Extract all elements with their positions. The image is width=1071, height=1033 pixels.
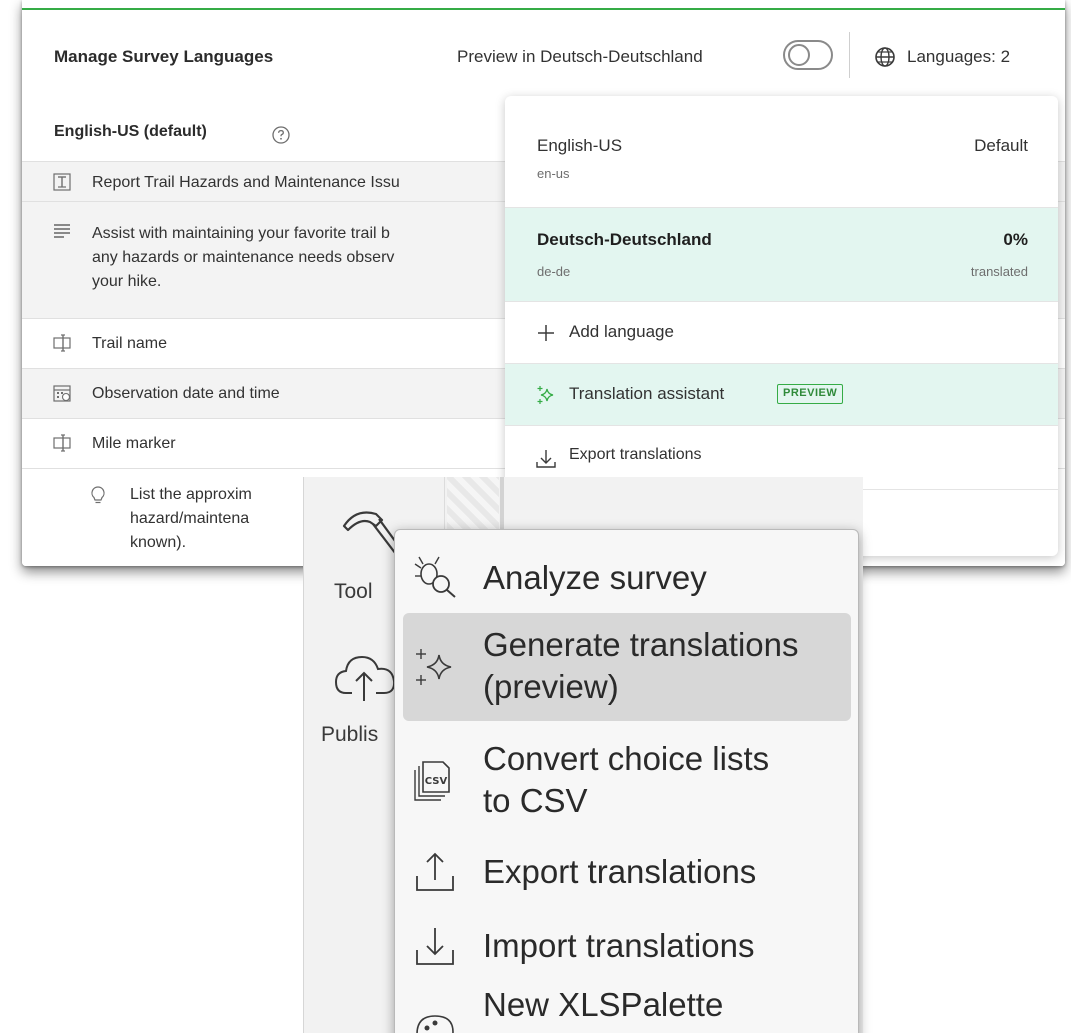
publish-button-label[interactable]: Publis — [321, 723, 378, 747]
sparkle-icon — [416, 649, 452, 685]
hint-line-3: known). — [130, 534, 187, 551]
export-translations-menu-label: Export translations — [483, 853, 757, 890]
language-name: Deutsch-Deutschland — [537, 230, 712, 249]
export-translations-menu-item[interactable]: Export translations — [403, 836, 851, 908]
new-xlspalette-item[interactable]: New XLSPalette — [403, 984, 851, 1033]
translation-status: translated — [970, 264, 1028, 279]
text-field-icon — [53, 334, 71, 352]
preview-toggle-label: Preview in Deutsch-Deutschland — [457, 47, 703, 66]
languages-button[interactable]: Languages: 2 — [907, 47, 1010, 67]
download-icon — [536, 450, 556, 468]
help-icon[interactable] — [271, 125, 291, 145]
question-label: Trail name — [92, 335, 167, 352]
description-line-3: your hike. — [92, 273, 162, 290]
svg-text:CSV: CSV — [425, 776, 448, 787]
add-language-label: Add language — [569, 322, 674, 341]
panel-header: Manage Survey Languages Preview in Deuts… — [22, 10, 1065, 102]
import-icon — [416, 928, 454, 965]
hint-line-2: hazard/maintena — [130, 510, 250, 527]
question-label: Mile marker — [92, 435, 176, 452]
export-translations-label: Export translations — [569, 446, 702, 463]
add-language-item[interactable]: Add language — [505, 302, 1058, 364]
tools-menu: Analyze survey Generate translations (pr… — [394, 529, 859, 1033]
analyze-survey-label: Analyze survey — [483, 559, 707, 596]
translation-assistant-item[interactable]: Translation assistant PREVIEW — [505, 364, 1058, 426]
question-label: Observation date and time — [92, 385, 280, 402]
language-code: en-us — [537, 166, 570, 181]
translation-assistant-label: Translation assistant — [569, 384, 725, 403]
new-xlspalette-label: New XLSPalette — [483, 986, 724, 1023]
preview-badge: PREVIEW — [777, 384, 844, 404]
survey-title-text: Report Trail Hazards and Maintenance Iss… — [92, 174, 400, 191]
language-name: English-US — [537, 136, 623, 155]
generate-translations-label: Generate translations — [483, 626, 799, 663]
convert-choice-lists-label-2: to CSV — [483, 782, 588, 819]
panel-title: Manage Survey Languages — [54, 47, 274, 66]
plus-icon — [538, 325, 554, 341]
language-status: Default — [974, 136, 1028, 155]
language-option-deutsch[interactable]: Deutsch-Deutschland de-de 0% translated — [505, 208, 1058, 302]
description-line-1: Assist with maintaining your favorite tr… — [92, 225, 390, 242]
text-field-icon — [53, 434, 71, 452]
sparkle-icon — [537, 386, 554, 404]
date-time-icon — [53, 385, 71, 402]
export-icon — [416, 852, 454, 891]
preview-toggle[interactable] — [783, 40, 833, 70]
analyze-bug-icon — [414, 556, 456, 598]
import-translations-item[interactable]: Import translations — [403, 910, 851, 982]
default-language-label: English-US (default) — [54, 123, 207, 140]
hint-bulb-icon — [91, 486, 105, 504]
header-divider — [849, 32, 850, 78]
palette-icon — [416, 1015, 454, 1033]
description-line-2: any hazards or maintenance needs observ — [92, 249, 395, 266]
generate-translations-item[interactable]: Generate translations (preview) — [403, 613, 851, 721]
toggle-knob — [788, 44, 810, 66]
globe-icon — [875, 47, 895, 67]
import-translations-label: Import translations — [483, 927, 755, 964]
hint-line-1: List the approxim — [130, 486, 252, 503]
description-icon — [54, 224, 70, 238]
convert-choice-lists-label: Convert choice lists — [483, 740, 770, 777]
translation-percent: 0% — [1003, 230, 1028, 249]
language-option-english[interactable]: English-US en-us Default — [505, 96, 1058, 208]
convert-choice-lists-item[interactable]: CSV Convert choice lists to CSV — [403, 730, 851, 830]
form-title-icon — [53, 173, 71, 191]
cloud-upload-icon — [334, 655, 396, 701]
tools-button-label[interactable]: Tool — [334, 580, 373, 604]
generate-translations-label-2: (preview) — [483, 668, 619, 705]
language-code: de-de — [537, 264, 571, 279]
csv-file-icon: CSV — [414, 761, 450, 801]
analyze-survey-item[interactable]: Analyze survey — [403, 544, 851, 610]
